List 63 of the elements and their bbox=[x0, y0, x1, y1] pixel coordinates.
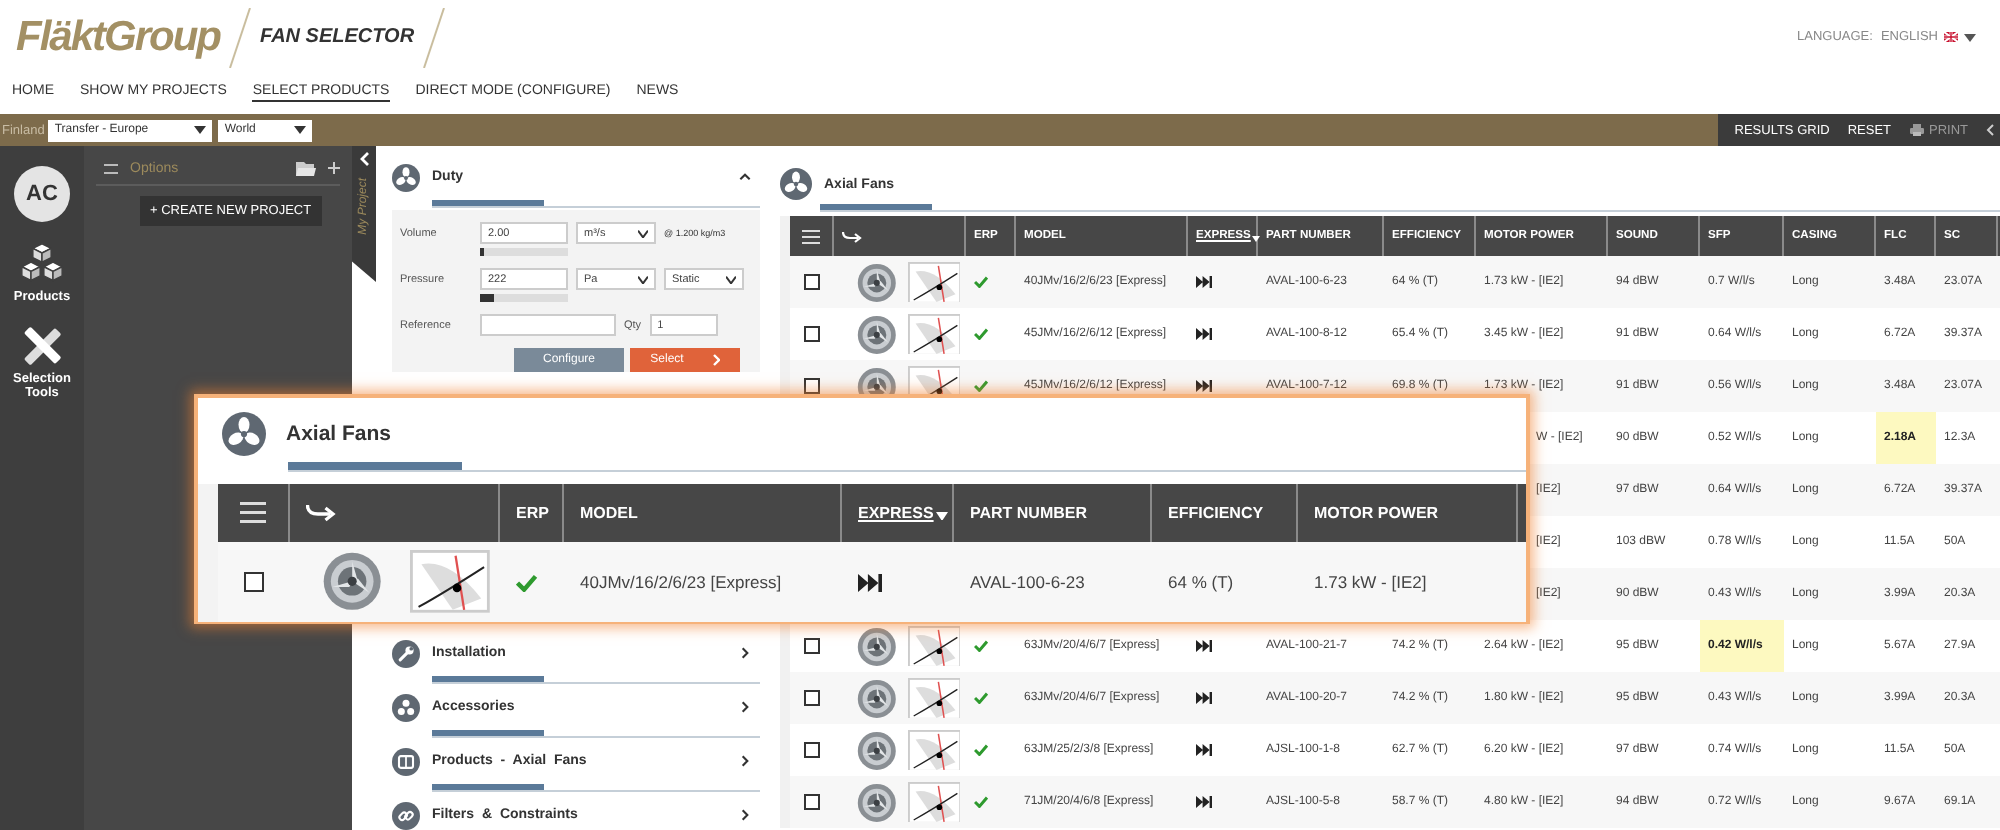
column-header[interactable]: ERP bbox=[516, 504, 549, 522]
chevron-right-icon[interactable] bbox=[738, 646, 752, 660]
column-header[interactable]: MOTOR POWER bbox=[1314, 504, 1439, 522]
fan-icon bbox=[780, 168, 812, 200]
chevron-right-icon[interactable] bbox=[738, 754, 752, 768]
wrench-icon bbox=[392, 639, 420, 667]
section-title: Axial Fans bbox=[286, 422, 392, 446]
checkbox[interactable] bbox=[804, 690, 820, 706]
curve-thumbnail[interactable] bbox=[907, 677, 961, 719]
caret-icon bbox=[194, 126, 207, 134]
chevron-left-icon[interactable] bbox=[1986, 124, 1994, 136]
column-header[interactable]: EXPRESS bbox=[858, 504, 934, 522]
checkbox[interactable] bbox=[804, 638, 820, 654]
flag-icon bbox=[1944, 32, 1958, 42]
table-cell-text: 1.73 kW - [IE2] bbox=[1312, 570, 1429, 596]
curve-thumbnail[interactable] bbox=[907, 261, 961, 303]
fan-icon bbox=[392, 163, 420, 191]
caret-icon bbox=[638, 275, 648, 283]
chevron-right-icon[interactable] bbox=[738, 700, 752, 714]
input-field[interactable] bbox=[480, 314, 616, 336]
arrow-icon[interactable] bbox=[306, 502, 336, 524]
slash-icon bbox=[422, 7, 447, 67]
product-title: FAN SELECTOR bbox=[260, 26, 415, 48]
table-cell-text: 40JMv/16/2/6/23 [Express] bbox=[578, 570, 784, 596]
curve-thumbnail[interactable] bbox=[907, 729, 961, 771]
curve-thumbnail[interactable] bbox=[907, 781, 961, 823]
folder-icon[interactable] bbox=[296, 160, 316, 176]
accessories-icon bbox=[392, 693, 420, 721]
chevron-up-icon[interactable] bbox=[738, 170, 752, 184]
caret-icon bbox=[638, 229, 648, 237]
column-header[interactable]: PART NUMBER bbox=[970, 504, 1088, 522]
caret-icon bbox=[294, 126, 307, 134]
chevron-right-icon[interactable] bbox=[738, 808, 752, 822]
avatar[interactable]: AC bbox=[14, 166, 70, 222]
arrow-icon[interactable] bbox=[842, 229, 862, 243]
sort-icon bbox=[1252, 236, 1261, 242]
column-header[interactable]: EFFICIENCY bbox=[1168, 504, 1264, 522]
checkbox[interactable] bbox=[804, 794, 820, 810]
checkbox[interactable] bbox=[804, 326, 820, 342]
menu-icon[interactable] bbox=[239, 502, 267, 524]
caret-icon bbox=[1964, 33, 1976, 41]
printer-icon bbox=[1909, 124, 1923, 136]
checkbox[interactable] bbox=[804, 742, 820, 758]
curve-thumbnail[interactable] bbox=[907, 625, 961, 667]
plus-icon[interactable] bbox=[328, 162, 340, 174]
sort-icon bbox=[935, 511, 948, 521]
chevron-right-icon bbox=[711, 354, 720, 366]
caret-icon bbox=[726, 275, 736, 283]
column-header[interactable]: MODEL bbox=[580, 504, 638, 522]
menu-icon[interactable] bbox=[802, 229, 820, 243]
checkbox[interactable] bbox=[804, 274, 820, 290]
checkbox[interactable] bbox=[804, 378, 820, 394]
link-icon bbox=[392, 801, 420, 829]
fan-icon bbox=[222, 412, 266, 456]
panel-icon bbox=[392, 747, 420, 775]
cubes-icon bbox=[20, 242, 64, 286]
slash-icon bbox=[228, 7, 253, 67]
curve-thumbnail[interactable] bbox=[907, 313, 961, 355]
checkbox[interactable] bbox=[244, 572, 264, 592]
table-cell-text: 64 % (T) bbox=[1166, 570, 1236, 596]
menu-icon[interactable] bbox=[104, 163, 118, 173]
table-cell-text: AVAL-100-6-23 bbox=[968, 570, 1087, 596]
curve-thumbnail[interactable] bbox=[410, 550, 491, 614]
